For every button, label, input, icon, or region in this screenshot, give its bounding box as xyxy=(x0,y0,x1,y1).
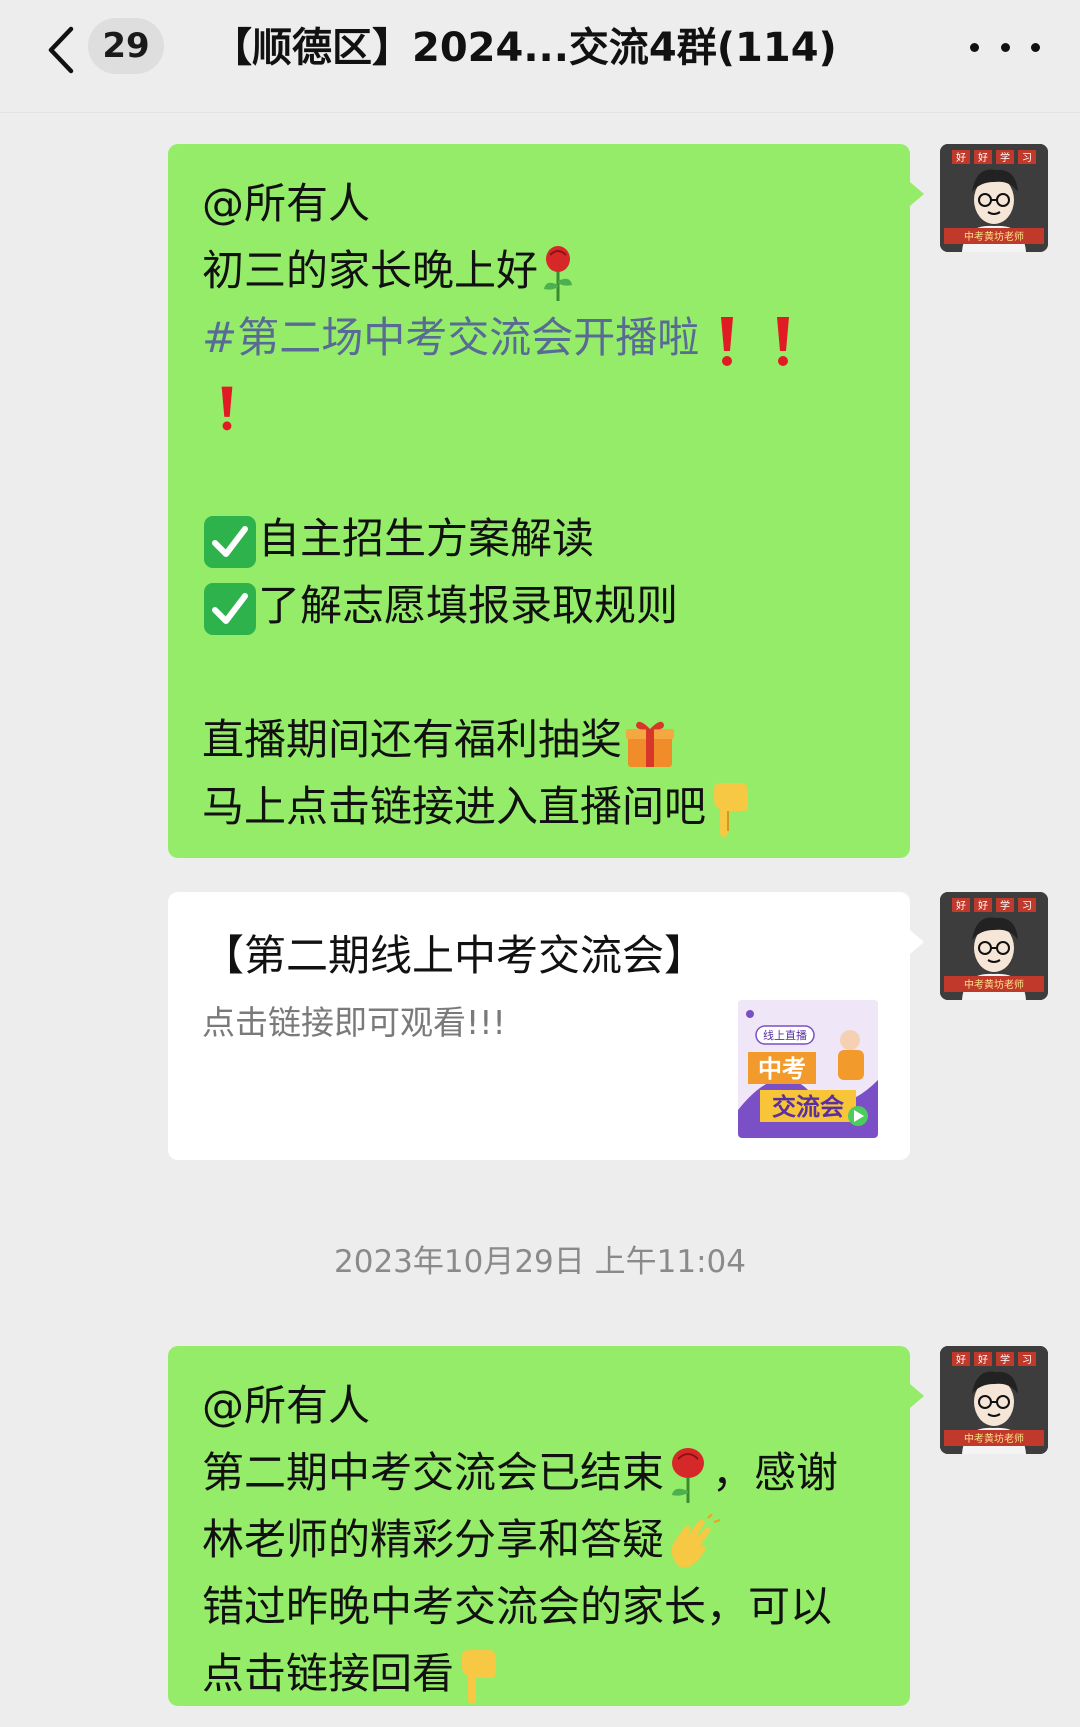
chevron-left-icon xyxy=(48,26,74,74)
thumb-title-2: 交流会 xyxy=(772,1093,844,1121)
avatar-char: 习 xyxy=(1022,1355,1032,1366)
avatar-char: 习 xyxy=(1022,153,1032,164)
avatar[interactable]: 好 好 学 习 中考黄坊老师 xyxy=(940,892,1048,1000)
message-timestamp: 2023年10月29日 上午11:04 xyxy=(334,1244,746,1280)
unread-count-badge[interactable]: 29 xyxy=(88,18,164,74)
more-icon[interactable] xyxy=(970,30,1040,64)
message-line: #第二场中考交流会开播啦 xyxy=(202,304,878,371)
message-line: 自主招生方案解读 xyxy=(202,505,878,572)
avatar-char: 好 xyxy=(978,900,988,912)
exclamation-icon xyxy=(777,316,790,366)
avatar-char: 好 xyxy=(956,1354,966,1366)
message-line: 点击链接回看 xyxy=(202,1640,878,1707)
link-card[interactable]: 【第二期线上中考交流会】 点击链接即可观看!!! 线上直播 中考 交流会 xyxy=(168,892,924,1160)
link-card-title: 【第二期线上中考交流会】 xyxy=(202,931,707,980)
link-card-description: 点击链接即可观看!!! xyxy=(202,1003,506,1042)
link-card-thumbnail: 线上直播 中考 交流会 xyxy=(738,1000,878,1138)
pointing-down-icon xyxy=(714,782,749,837)
avatar-caption: 中考黄坊老师 xyxy=(964,978,1024,991)
avatar-char: 好 xyxy=(956,900,966,912)
avatar-char: 好 xyxy=(978,1354,988,1366)
avatar-char: 好 xyxy=(956,152,966,164)
avatar-caption: 中考黄坊老师 xyxy=(964,230,1024,243)
message-line: 林老师的精彩分享和答疑 xyxy=(202,1506,878,1573)
avatar[interactable]: 好 好 学 习 中考黄坊老师 xyxy=(940,144,1048,252)
avatar-char: 学 xyxy=(1000,151,1010,164)
thumb-title-1: 中考 xyxy=(758,1055,806,1083)
check-box-icon xyxy=(204,515,256,568)
mention-all: @所有人 xyxy=(202,179,371,228)
avatar-char: 学 xyxy=(1000,899,1010,912)
chat-header: 29 【顺德区】2024...交流4群(114) xyxy=(0,0,1080,113)
thumb-tag: 线上直播 xyxy=(763,1028,807,1042)
exclamation-icon xyxy=(721,316,734,366)
pointing-down-icon xyxy=(462,1649,497,1704)
message-bubble[interactable]: @所有人 初三的家长晚上好 #第二场中考交流会开播啦 自主招生方案解读 了解志愿… xyxy=(168,144,924,858)
mention-all: @所有人 xyxy=(202,1381,371,1430)
message-line: 了解志愿填报录取规则 xyxy=(202,572,878,639)
clap-icon xyxy=(671,1513,721,1568)
avatar-char: 学 xyxy=(1000,1353,1010,1366)
hashtag-link[interactable]: #第二场中考交流会开播啦 xyxy=(202,313,699,362)
message-line: 直播期间还有福利抽奖 xyxy=(202,706,878,773)
gift-icon xyxy=(626,721,675,767)
exclamation-icon xyxy=(221,386,233,430)
message-line xyxy=(202,371,878,438)
message-line: 马上点击链接进入直播间吧 xyxy=(202,773,878,840)
message-line: 第二期中考交流会已结束 ，感谢 xyxy=(202,1439,878,1506)
message-line: 错过昨晚中考交流会的家长，可以 xyxy=(202,1582,833,1631)
message-bubble[interactable]: @所有人 第二期中考交流会已结束 ，感谢 林老师的精彩分享和答疑 错过昨晚中考交… xyxy=(168,1346,924,1707)
message-line: 初三的家长晚上好 xyxy=(202,237,878,304)
avatar-char: 习 xyxy=(1022,901,1032,912)
chat-title: 【顺德区】2024...交流4群(114) xyxy=(212,25,837,71)
rose-icon xyxy=(544,245,573,301)
check-box-icon xyxy=(204,582,256,635)
back-button[interactable] xyxy=(38,22,84,78)
avatar[interactable]: 好 好 学 习 中考黄坊老师 xyxy=(940,1346,1048,1454)
rose-icon xyxy=(672,1447,705,1503)
avatar-char: 好 xyxy=(978,152,988,164)
avatar-caption: 中考黄坊老师 xyxy=(964,1432,1024,1445)
